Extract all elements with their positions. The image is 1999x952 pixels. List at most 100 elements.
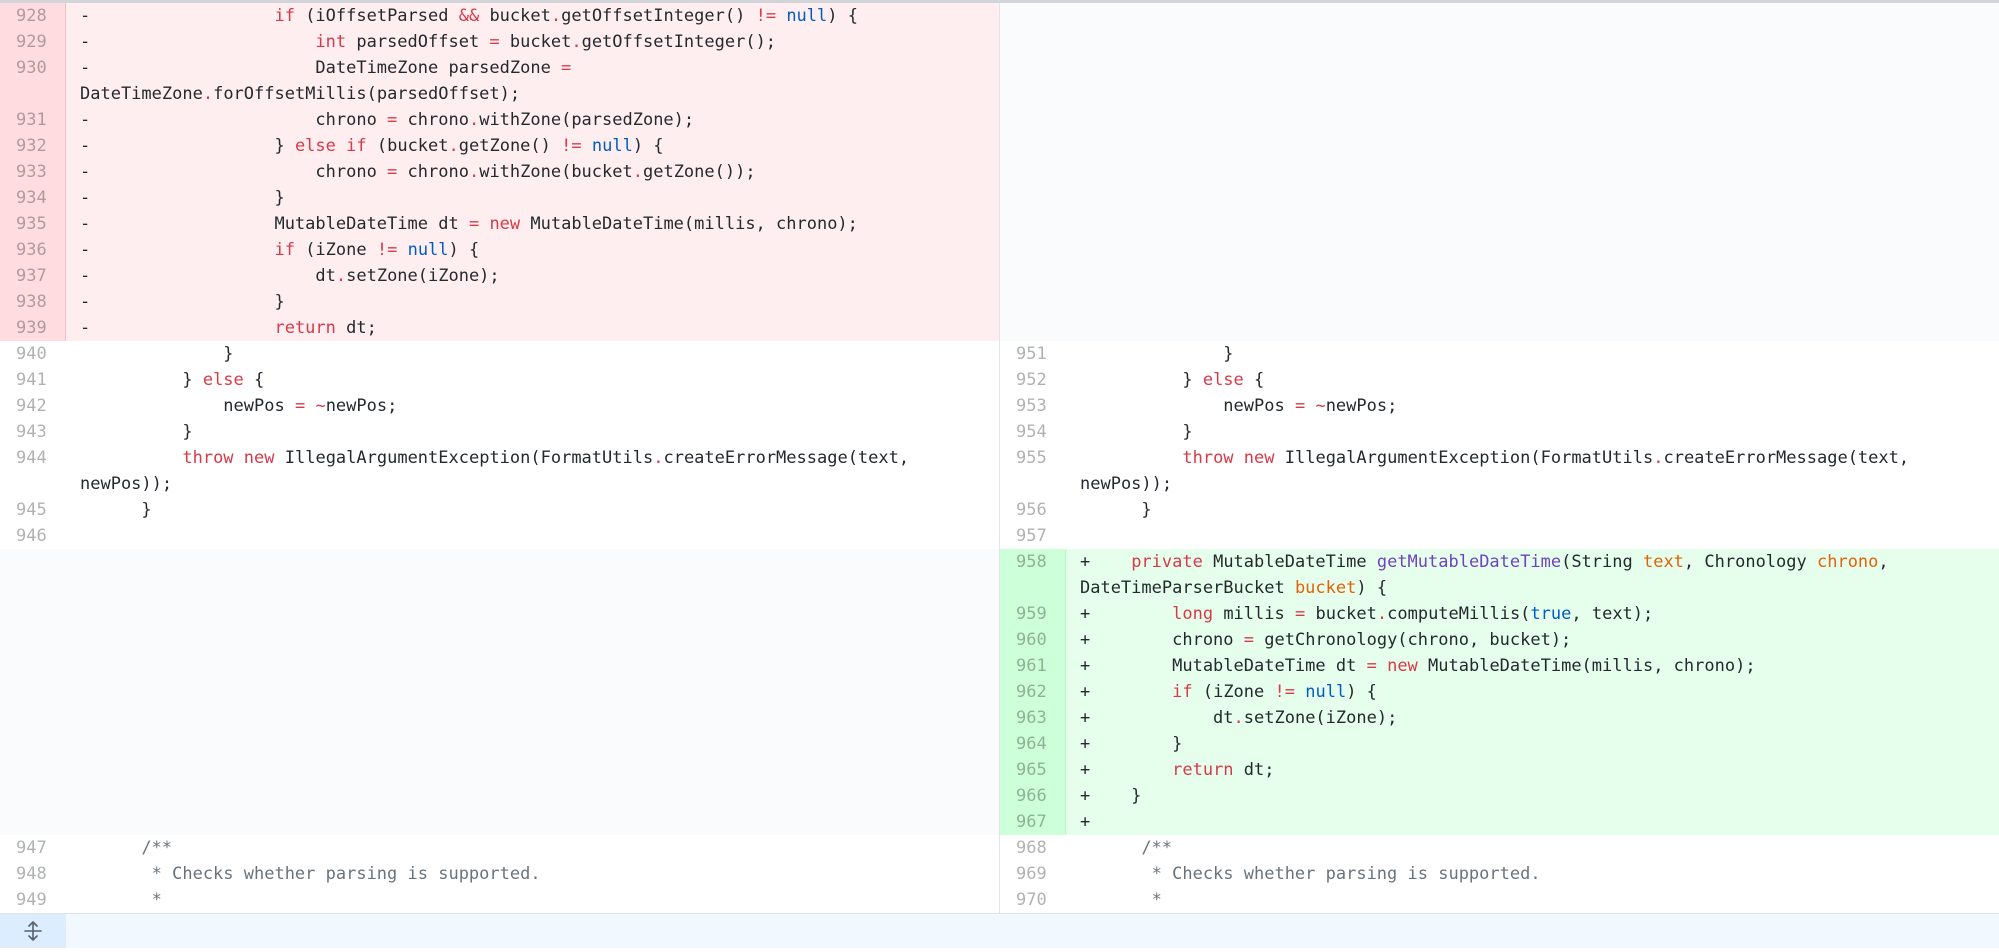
line-number[interactable]: 942	[0, 393, 66, 419]
line-number[interactable]	[0, 705, 66, 731]
right-side: 963 + dt.setZone(iZone);	[1000, 705, 1999, 731]
line-number[interactable]	[0, 627, 66, 653]
line-number[interactable]: 939	[0, 315, 66, 341]
line-number[interactable]: 946	[0, 523, 66, 549]
line-number[interactable]: 952	[1000, 367, 1066, 393]
line-number[interactable]: 937	[0, 263, 66, 289]
line-number[interactable]: 947	[0, 835, 66, 861]
right-side	[1000, 263, 1999, 289]
line-number[interactable]: 958	[1000, 549, 1066, 575]
code-line: + dt.setZone(iZone);	[1066, 705, 1999, 731]
line-number[interactable]	[0, 731, 66, 757]
code-token: newPos;	[1325, 396, 1398, 416]
line-number[interactable]: 959	[1000, 601, 1066, 627]
code-token: new	[1387, 656, 1418, 676]
line-number[interactable]: 949	[0, 887, 66, 913]
line-number[interactable]: 961	[1000, 653, 1066, 679]
line-number[interactable]: 970	[1000, 887, 1066, 913]
line-number[interactable]	[0, 757, 66, 783]
code-token: throw	[182, 448, 234, 468]
line-number[interactable]: 938	[0, 289, 66, 315]
left-side: 937- dt.setZone(iZone);	[0, 263, 1000, 289]
line-number[interactable]	[1000, 159, 1066, 185]
line-number[interactable]	[1000, 133, 1066, 159]
right-side: 958 + private MutableDateTime getMutableD…	[1000, 549, 1999, 575]
line-number[interactable]	[0, 601, 66, 627]
line-number[interactable]: 968	[1000, 835, 1066, 861]
line-number[interactable]: 956	[1000, 497, 1066, 523]
line-number[interactable]	[0, 81, 66, 107]
code-token: dt;	[335, 318, 377, 338]
line-number[interactable]: 936	[0, 237, 66, 263]
code-token: new	[1243, 448, 1275, 468]
code-line: +	[1066, 809, 1999, 835]
code-token: (String	[1561, 552, 1643, 572]
line-number[interactable]	[0, 653, 66, 679]
line-number[interactable]: 928	[0, 3, 66, 29]
code-token: millis	[1213, 604, 1295, 624]
line-number[interactable]: 929	[0, 29, 66, 55]
line-number[interactable]: 941	[0, 367, 66, 393]
line-number[interactable]: 935	[0, 211, 66, 237]
line-number[interactable]: 931	[0, 107, 66, 133]
line-number[interactable]: 957	[1000, 523, 1066, 549]
line-number[interactable]	[0, 575, 66, 601]
line-number[interactable]	[1000, 29, 1066, 55]
code-token: long	[1172, 604, 1214, 624]
line-number[interactable]	[0, 471, 66, 497]
line-number[interactable]	[1000, 211, 1066, 237]
line-number[interactable]	[1000, 237, 1066, 263]
code-line: }	[66, 419, 1000, 445]
line-number[interactable]: 944	[0, 445, 66, 471]
diff-row: 967 +	[0, 809, 1999, 835]
line-number[interactable]: 948	[0, 861, 66, 887]
line-number[interactable]	[1000, 185, 1066, 211]
line-number[interactable]: 951	[1000, 341, 1066, 367]
line-number[interactable]	[1000, 315, 1066, 341]
diff-row: 945 } 956 }	[0, 497, 1999, 523]
line-number[interactable]: 930	[0, 55, 66, 81]
line-number[interactable]	[1000, 263, 1066, 289]
code-token: !=	[755, 6, 777, 26]
line-number[interactable]: 966	[1000, 783, 1066, 809]
diff-row: 966 + }	[0, 783, 1999, 809]
right-side: 955 throw new IllegalArgumentException(F…	[1000, 445, 1999, 471]
line-number[interactable]	[1000, 3, 1066, 29]
line-number[interactable]: 933	[0, 159, 66, 185]
line-number[interactable]	[1000, 81, 1066, 107]
line-number[interactable]: 967	[1000, 809, 1066, 835]
line-number[interactable]	[0, 783, 66, 809]
code-line: }	[1066, 497, 1999, 523]
line-number[interactable]: 963	[1000, 705, 1066, 731]
line-number[interactable]: 954	[1000, 419, 1066, 445]
line-number[interactable]: 965	[1000, 757, 1066, 783]
line-number[interactable]	[1000, 575, 1066, 601]
line-number[interactable]	[1000, 55, 1066, 81]
line-number[interactable]	[0, 679, 66, 705]
diff-row: 941 } else {952 } else {	[0, 367, 1999, 393]
diff-row: DateTimeParserBucket bucket) {	[0, 575, 1999, 601]
code-token: +	[1080, 682, 1173, 702]
line-number[interactable]: 964	[1000, 731, 1066, 757]
line-number[interactable]: 962	[1000, 679, 1066, 705]
line-number[interactable]	[0, 809, 66, 835]
line-number[interactable]: 955	[1000, 445, 1066, 471]
line-number[interactable]	[1000, 471, 1066, 497]
line-number[interactable]	[1000, 289, 1066, 315]
right-side	[1000, 237, 1999, 263]
line-number[interactable]	[1000, 107, 1066, 133]
line-number[interactable]: 960	[1000, 627, 1066, 653]
code-line	[1066, 55, 1999, 81]
line-number[interactable]: 969	[1000, 861, 1066, 887]
line-number[interactable]: 943	[0, 419, 66, 445]
line-number[interactable]	[0, 549, 66, 575]
line-number[interactable]: 932	[0, 133, 66, 159]
code-token: +	[1080, 552, 1132, 572]
line-number[interactable]: 940	[0, 341, 66, 367]
line-number[interactable]: 934	[0, 185, 66, 211]
code-line: + private MutableDateTime getMutableDate…	[1066, 549, 1999, 575]
line-number[interactable]: 945	[0, 497, 66, 523]
line-number[interactable]: 953	[1000, 393, 1066, 419]
expand-button[interactable]	[0, 914, 66, 948]
